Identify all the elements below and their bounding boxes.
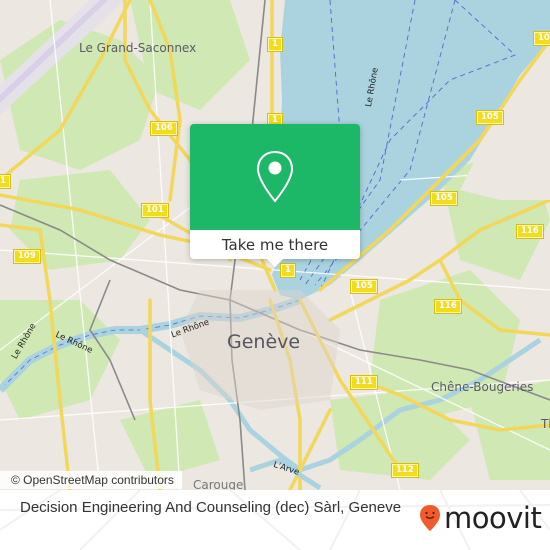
map-pin-icon — [256, 150, 294, 203]
road-shield: 105 — [476, 110, 504, 125]
place-title: Decision Engineering And Counseling (dec… — [20, 499, 402, 516]
moovit-logo[interactable]: moovit — [419, 498, 542, 538]
road-shield: 105 — [430, 191, 458, 206]
road-shield: 101 — [141, 203, 169, 218]
place-label-carouge: Carouge — [193, 478, 244, 490]
road-shield: 109 — [13, 249, 41, 264]
road-shield: 111 — [350, 375, 378, 390]
road-shield: 105 — [350, 279, 378, 294]
road-shield: 105 — [533, 31, 550, 46]
place-label-geneve: Genève — [227, 331, 301, 353]
road-shield: 112 — [391, 463, 419, 478]
map-attribution[interactable]: © OpenStreetMap contributors — [0, 471, 182, 489]
place-label-chene-bougeries: Chêne-Bougeries — [431, 380, 534, 394]
road-shield: 116 — [434, 299, 462, 314]
popup-pointer — [267, 259, 283, 267]
road-shield: 1 — [0, 174, 11, 189]
footer-bar: Decision Engineering And Counseling (dec… — [0, 490, 550, 550]
moovit-wordmark: moovit — [444, 501, 542, 535]
location-popup[interactable]: Take me there — [190, 124, 360, 267]
road-shield: 106 — [150, 121, 178, 136]
place-label-thonex-partial: Th — [541, 417, 550, 431]
moovit-smile-pin-icon — [420, 505, 440, 531]
take-me-there-button[interactable]: Take me there — [190, 230, 360, 259]
map-view[interactable]: Le Grand-Saconnex Genève Chêne-Bougeries… — [0, 0, 550, 490]
road-shield: 116 — [516, 224, 544, 239]
road-shield: 1 — [267, 37, 283, 52]
road-shield: 1 — [280, 263, 296, 278]
popup-header — [190, 124, 360, 230]
place-label-grand-saconnex: Le Grand-Saconnex — [79, 41, 197, 55]
